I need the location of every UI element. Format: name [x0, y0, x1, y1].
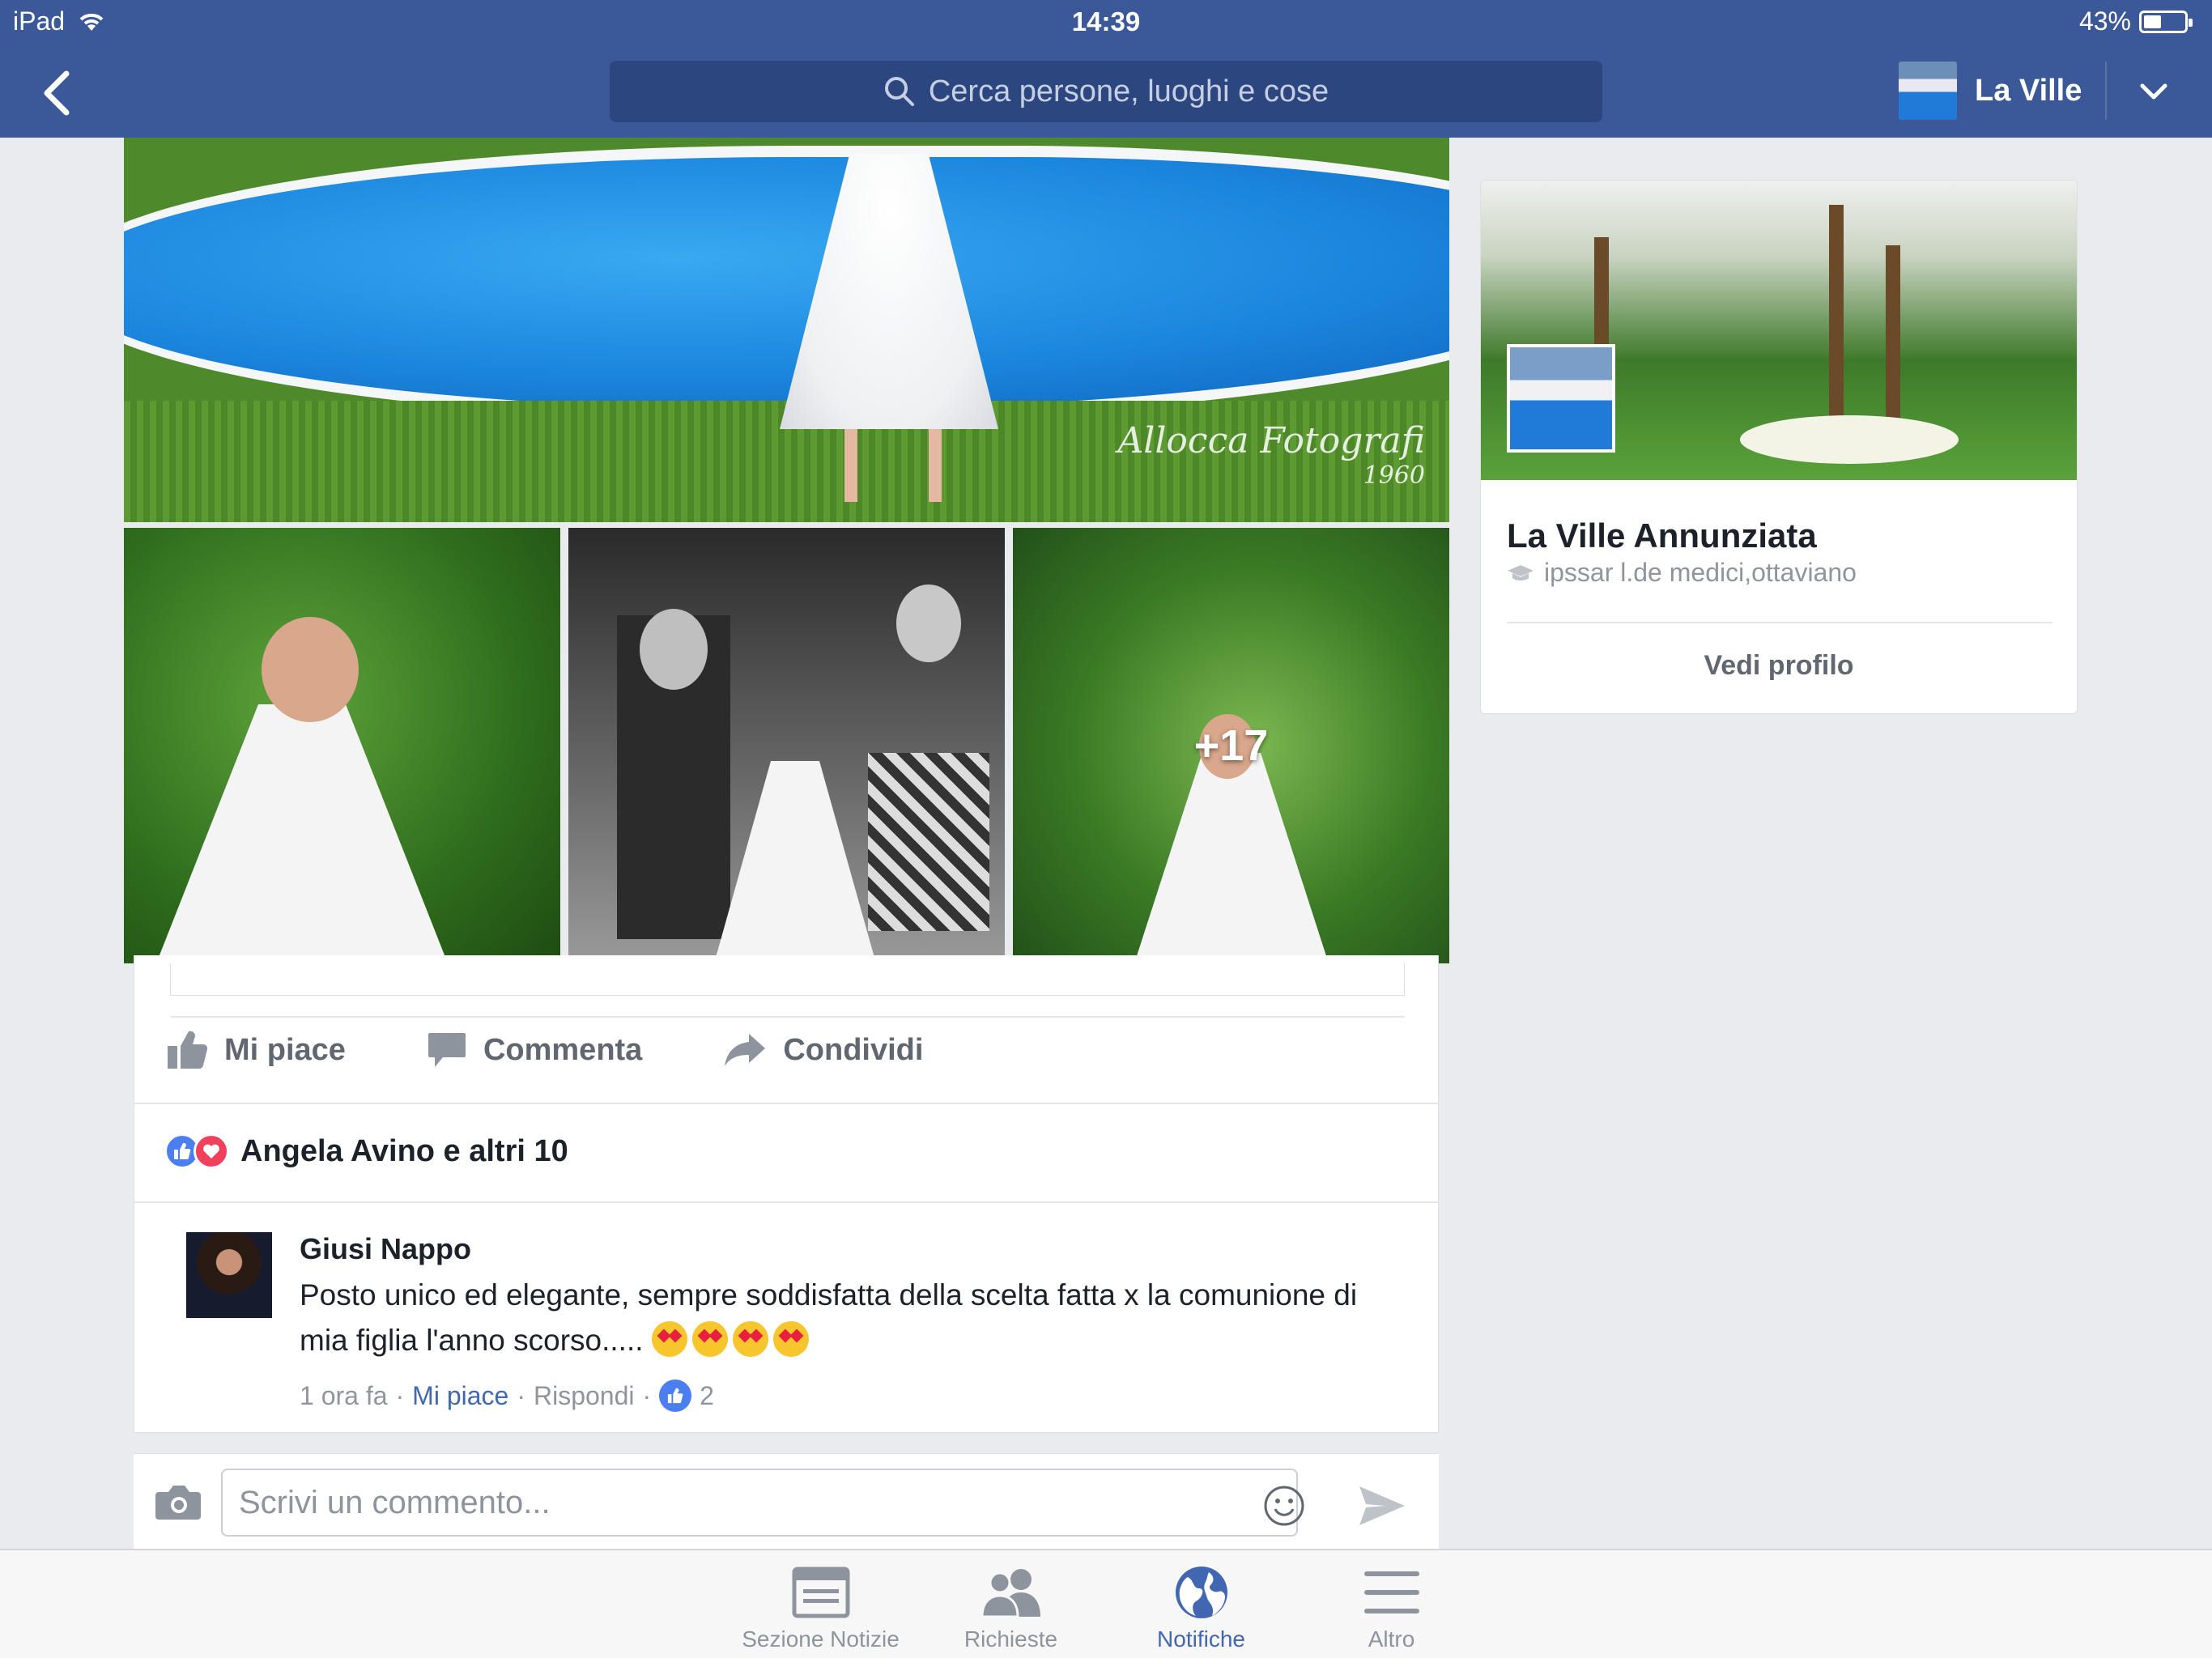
- link-preview-bottom: [170, 963, 1405, 996]
- comment-text-body: Posto unico ed elegante, sempre soddisfa…: [300, 1278, 1358, 1357]
- legs-shape: [844, 429, 942, 502]
- heart-eyes-emoji-icon: [732, 1321, 768, 1357]
- search-bar[interactable]: Cerca persone, luoghi e cose: [610, 61, 1602, 122]
- heart-eyes-emoji-icon: [691, 1321, 728, 1357]
- commenter-avatar[interactable]: [186, 1232, 272, 1318]
- tab-more[interactable]: Altro: [1296, 1550, 1487, 1658]
- top-bar: iPad 14:39 43% Cerca persone, luoghi e c…: [0, 0, 2212, 138]
- comment-input[interactable]: [221, 1469, 1298, 1537]
- globe-icon: [1175, 1567, 1227, 1618]
- battery-percent: 43%: [2078, 6, 2131, 36]
- account-menu-button[interactable]: [2129, 68, 2178, 117]
- heart-eyes-emoji-icon: [651, 1321, 687, 1357]
- search-placeholder: Cerca persone, luoghi e cose: [928, 74, 1329, 108]
- emoji-button[interactable]: [1263, 1485, 1305, 1527]
- camera-icon: [155, 1486, 201, 1520]
- post-photo-grid: +17: [124, 528, 1449, 963]
- news-feed-icon: [792, 1567, 849, 1618]
- meta-dot: ·: [517, 1380, 525, 1410]
- watermark-year: 1960: [1363, 461, 1425, 490]
- tab-news-feed[interactable]: Sezione Notizie: [725, 1550, 916, 1658]
- profile-education: ipssar l.de medici,ottaviano: [1507, 558, 1857, 588]
- heart-eyes-emoji-icon: [772, 1321, 809, 1357]
- comment-composer: [134, 1453, 1439, 1549]
- post-photo-2[interactable]: [568, 528, 1005, 963]
- profile-switcher[interactable]: La Ville: [1899, 60, 2082, 121]
- post-photo-3-more[interactable]: +17: [1013, 528, 1449, 963]
- more-photos-count: +17: [1193, 721, 1269, 770]
- tab-label: Sezione Notizie: [742, 1626, 900, 1652]
- battery-icon: [2139, 10, 2193, 33]
- view-profile-button[interactable]: Vedi profilo: [1481, 650, 2077, 682]
- watermark-text: Allocca Fotografi: [1117, 420, 1425, 461]
- back-button[interactable]: [32, 65, 81, 121]
- tab-requests[interactable]: Richieste: [916, 1550, 1106, 1658]
- comment-icon: [428, 1033, 466, 1067]
- meta-dot: ·: [395, 1380, 405, 1410]
- girl-figure: [156, 704, 448, 963]
- flower-bed: [1740, 415, 1959, 464]
- comment-button[interactable]: Commenta: [427, 1030, 642, 1070]
- send-button[interactable]: [1358, 1485, 1406, 1527]
- chevron-left-icon: [44, 70, 70, 116]
- profile-name: La Ville: [1975, 73, 2082, 108]
- comment-meta: 1 ora fa · Mi piace · Rispondi · 2: [300, 1380, 1401, 1412]
- meta-dot: ·: [642, 1380, 652, 1410]
- comment-label: Commenta: [483, 1032, 643, 1067]
- man-head: [640, 609, 708, 690]
- girl-head: [262, 617, 359, 722]
- profile-school-text: ipssar l.de medici,ottaviano: [1544, 558, 1857, 587]
- tab-notifications[interactable]: Notifiche: [1106, 1550, 1296, 1658]
- child-figure: [714, 761, 876, 963]
- reactions-summary[interactable]: Angela Avino e altri 10: [164, 1133, 568, 1169]
- share-label: Condividi: [783, 1032, 924, 1067]
- thumbs-up-icon: [168, 1031, 208, 1069]
- add-photo-button[interactable]: [154, 1482, 206, 1523]
- tab-bar: Sezione Notizie Richieste Notifiche Altr…: [0, 1549, 2212, 1658]
- graduation-cap-icon: [1508, 564, 1534, 580]
- comment-time: 1 ora fa: [300, 1380, 388, 1410]
- divider: [170, 1016, 1405, 1018]
- post-photo-main[interactable]: Allocca Fotografi 1960: [124, 138, 1449, 522]
- menu-icon: [1363, 1571, 1419, 1613]
- search-icon: [884, 77, 914, 106]
- like-button[interactable]: Mi piace: [166, 1030, 346, 1070]
- nav-divider: [2105, 62, 2107, 120]
- divider: [134, 1103, 1438, 1104]
- divider: [1507, 622, 2052, 623]
- profile-picture[interactable]: [1507, 344, 1615, 453]
- share-arrow-icon: [725, 1034, 766, 1066]
- friend-requests-icon: [980, 1569, 1040, 1618]
- chevron-down-icon: [2140, 83, 2167, 100]
- smiley-icon: [1264, 1486, 1304, 1526]
- comment-like-icon: [659, 1380, 692, 1412]
- status-bar: iPad 14:39 43%: [0, 0, 2212, 45]
- palm-trunk: [1829, 205, 1844, 448]
- share-button[interactable]: Condividi: [723, 1030, 923, 1070]
- post-photo-1[interactable]: [124, 528, 560, 963]
- comment-reply-link[interactable]: Rispondi: [534, 1381, 635, 1411]
- pool-shape: [124, 146, 1449, 421]
- profile-card-name[interactable]: La Ville Annunziata: [1507, 517, 1817, 555]
- photo-watermark: Allocca Fotografi 1960: [1118, 420, 1425, 490]
- heart-reaction-icon: [194, 1133, 229, 1169]
- woman-head: [896, 585, 961, 662]
- tab-label: Notifiche: [1157, 1626, 1245, 1652]
- woman-skirt: [868, 753, 989, 931]
- like-label: Mi piace: [224, 1032, 346, 1067]
- send-icon: [1359, 1486, 1405, 1525]
- divider: [134, 1201, 1438, 1203]
- reactions-text: Angela Avino e altri 10: [240, 1133, 568, 1168]
- profile-card: La Ville Annunziata ipssar l.de medici,o…: [1480, 180, 2078, 714]
- post-actions: Mi piace Commenta Condividi: [166, 1030, 923, 1070]
- comment-like-count: 2: [700, 1380, 714, 1410]
- status-time: 14:39: [1071, 6, 1141, 36]
- comment-author[interactable]: Giusi Nappo: [300, 1232, 1401, 1266]
- comment-text: Posto unico ed elegante, sempre soddisfa…: [300, 1273, 1401, 1363]
- tab-label: Richieste: [963, 1626, 1058, 1652]
- comment-like-link[interactable]: Mi piace: [412, 1381, 508, 1411]
- profile-thumbnail: [1899, 62, 1957, 120]
- tab-label: Altro: [1368, 1626, 1415, 1652]
